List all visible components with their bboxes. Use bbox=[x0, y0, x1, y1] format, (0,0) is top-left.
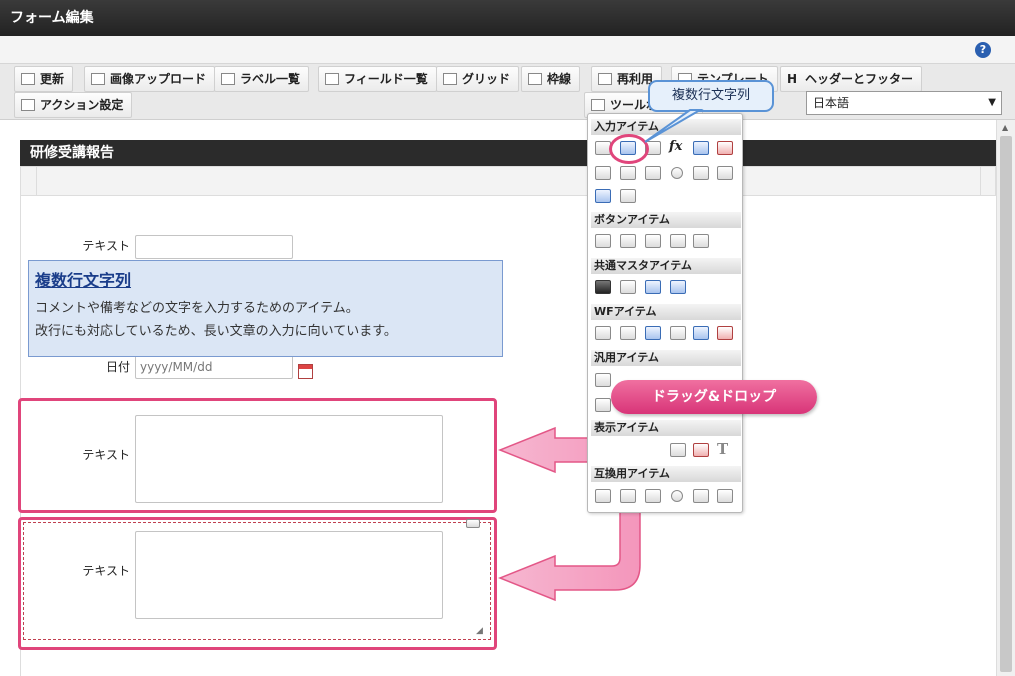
callout-pointer bbox=[644, 109, 704, 143]
drag-drop-label: ドラッグ&ドロップ bbox=[611, 380, 817, 414]
